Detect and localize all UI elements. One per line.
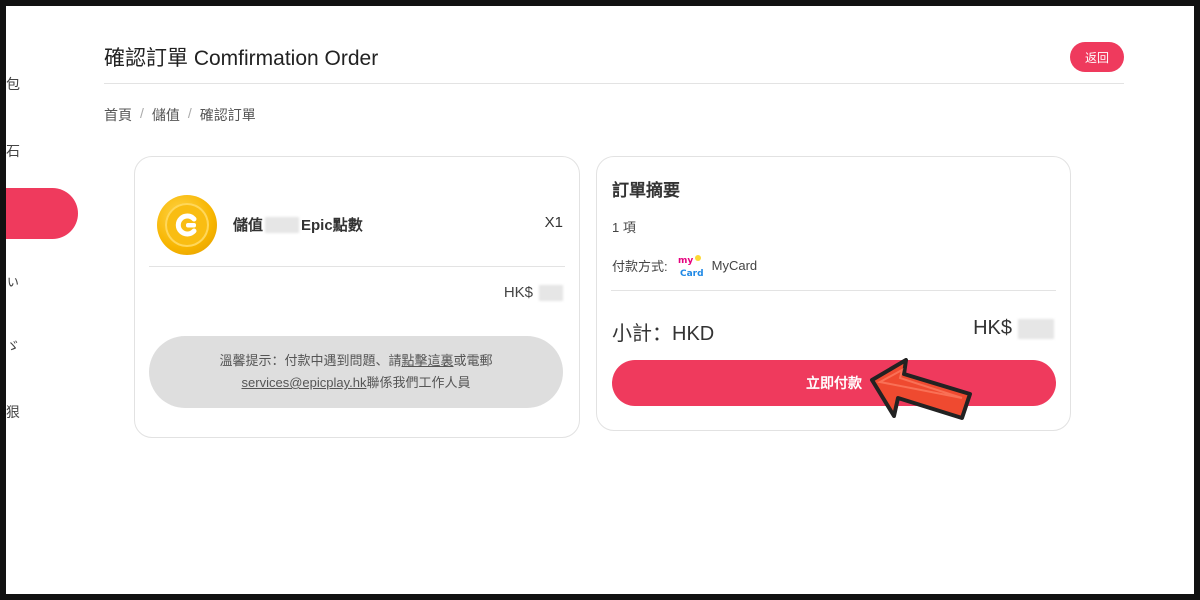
help-link[interactable]: 點擊這裏	[401, 353, 453, 368]
mycard-logo-icon: my Card	[676, 252, 704, 279]
epic-coin-icon	[157, 195, 217, 255]
breadcrumb-separator: /	[140, 105, 144, 121]
redacted-amount	[265, 216, 300, 233]
svg-text:Card: Card	[680, 269, 704, 279]
support-email-link[interactable]: services@epicplay.hk	[242, 375, 367, 390]
payment-label: 付款方式:	[612, 258, 668, 274]
notice-text: 溫馨提示：付款中遇到問題、請	[219, 353, 402, 368]
payment-method-name: MyCard	[711, 257, 758, 273]
back-button[interactable]: 返回	[1070, 42, 1124, 72]
breadcrumb-current: 確認訂單	[199, 107, 256, 123]
redacted-price	[539, 284, 563, 301]
item-count: 1 項	[612, 220, 636, 235]
product-name-suffix: Epic點數	[301, 217, 363, 234]
item-price: HK$	[504, 284, 565, 301]
svg-text:my: my	[678, 256, 693, 266]
sidebar-item-label[interactable]: ぃ	[6, 271, 20, 291]
redacted-subtotal	[1018, 318, 1054, 339]
divider	[611, 290, 1056, 291]
quantity: X1	[544, 214, 563, 231]
sidebar-item-label[interactable]: 石	[6, 141, 20, 161]
pay-now-button[interactable]: 立即付款	[612, 360, 1056, 406]
breadcrumb: 首頁 / 儲值 / 確認訂單	[104, 105, 256, 125]
breadcrumb-home[interactable]: 首頁	[104, 105, 132, 125]
divider	[149, 266, 565, 267]
page-title: 確認訂單 Comfirmation Order	[104, 47, 379, 70]
breadcrumb-separator: /	[187, 105, 192, 121]
sidebar-item-label[interactable]: 狠	[6, 402, 20, 422]
price-currency: HK$	[503, 284, 533, 301]
sidebar: 包 石 ぃ ゞ 狠	[6, 6, 86, 594]
sidebar-item-label[interactable]: 包	[6, 74, 20, 94]
pointer-arrow-icon	[870, 358, 972, 420]
help-notice: 溫馨提示：付款中遇到問題、請點擊這裏或電郵 services@epicplay.…	[149, 336, 563, 408]
order-summary-card: 訂單摘要 1 項 付款方式: my Card MyCard 小計：HKD HK$…	[596, 156, 1071, 431]
breadcrumb-topup[interactable]: 儲值	[152, 105, 180, 125]
summary-title: 訂單摘要	[612, 181, 680, 200]
subtotal-label: 小計：HKD	[612, 323, 715, 345]
notice-text: 或電郵	[453, 353, 493, 368]
subtotal-value: HK$	[973, 317, 1056, 340]
order-item-card: 儲值 Epic點數 X1 HK$ 溫馨提示：付款中遇到問題、請點擊這裏或電郵 s…	[134, 156, 580, 438]
page-header: 確認訂單 Comfirmation Order 返回	[104, 40, 1124, 84]
payment-method: 付款方式: my Card MyCard	[612, 252, 758, 279]
notice-text: 聯係我們工作人員	[366, 375, 471, 390]
sidebar-item-label[interactable]: ゞ	[6, 336, 20, 356]
subtotal-currency: HK$	[973, 317, 1012, 339]
sidebar-item-active[interactable]	[6, 188, 78, 239]
product-name-prefix: 儲值	[233, 217, 264, 234]
product-name: 儲值 Epic點數	[233, 214, 363, 235]
